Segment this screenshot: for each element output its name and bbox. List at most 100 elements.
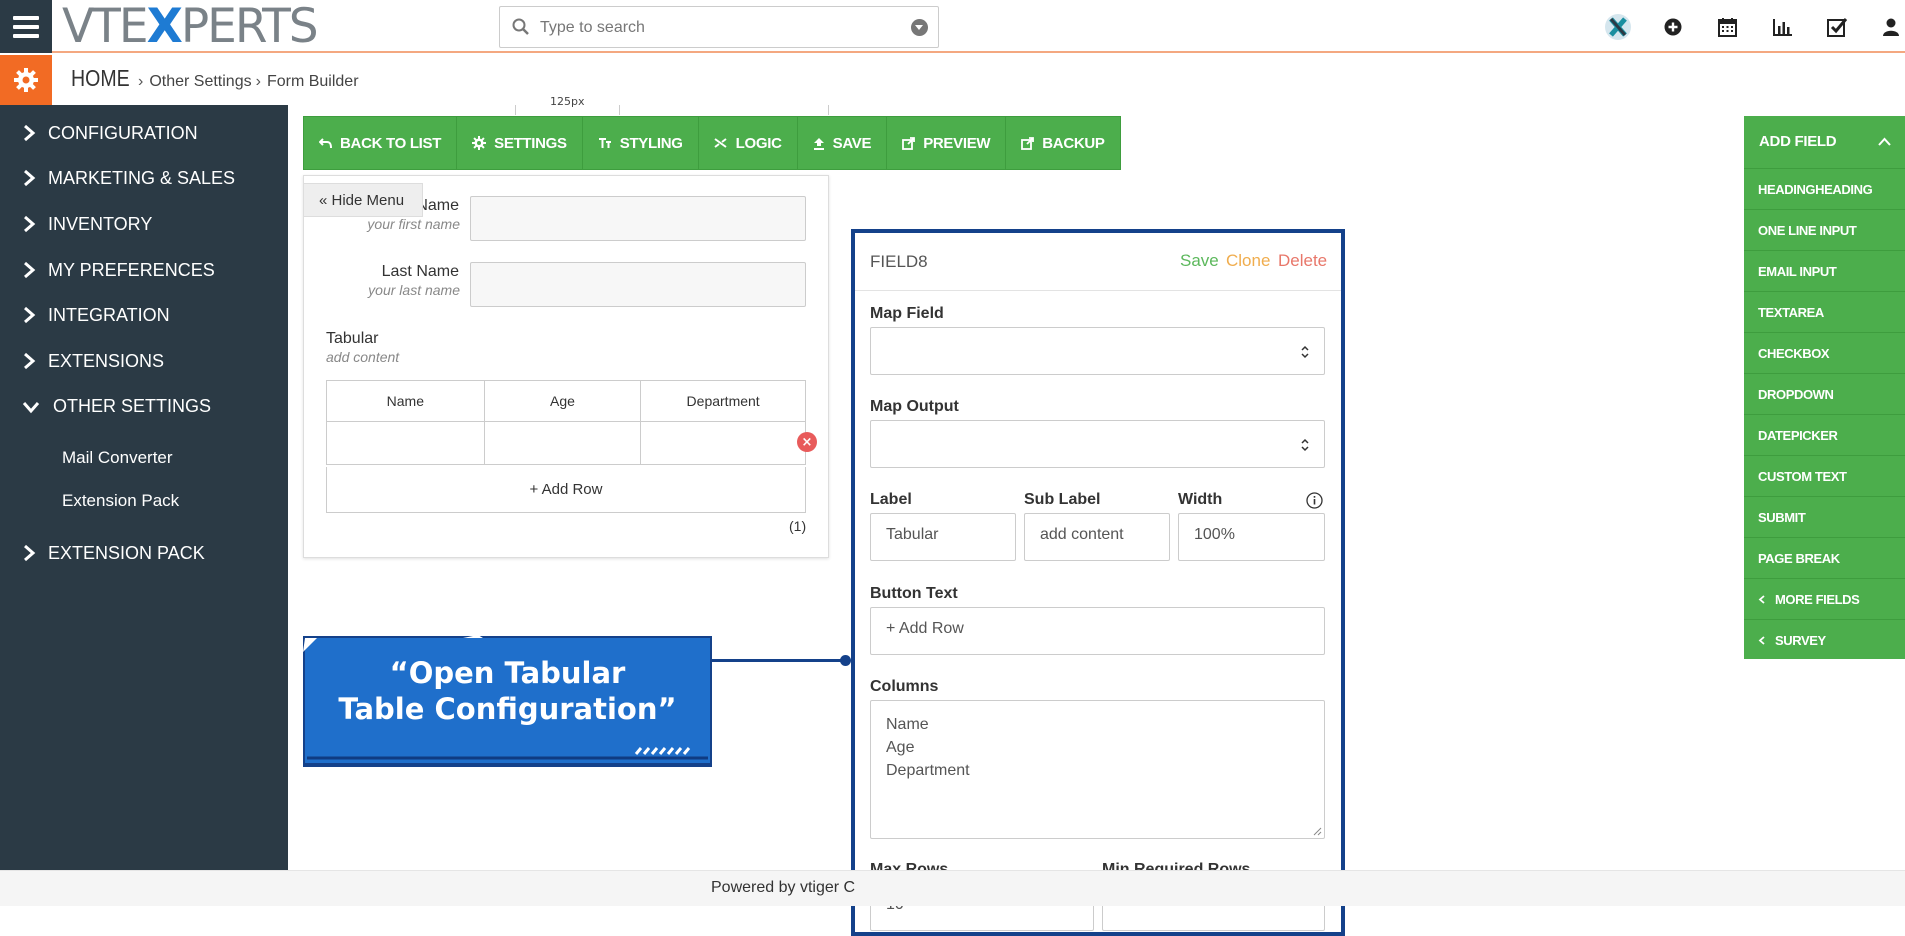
callout-text: “Open Tabular Table Configuration” [303, 655, 712, 727]
sidebar: CONFIGURATION MARKETING & SALES INVENTOR… [0, 105, 288, 870]
chevron-right-icon [24, 544, 36, 562]
callout-connector [712, 659, 845, 662]
add-field-submit[interactable]: SUBMIT [1744, 497, 1905, 538]
sidebar-item-integration[interactable]: INTEGRATION [0, 295, 288, 335]
add-field-panel: ADD FIELD HEADINGHEADING ONE LINE INPUT … [1744, 116, 1905, 659]
sidebar-item-my-preferences[interactable]: MY PREFERENCES [0, 250, 288, 290]
logo[interactable]: VTEXPERTS [62, 2, 319, 51]
label-input[interactable]: Tabular [870, 513, 1016, 561]
sidebar-item-other-settings[interactable]: OTHER SETTINGS [0, 386, 288, 426]
back-to-list-button[interactable]: BACK TO LIST [304, 117, 458, 169]
chevron-right-icon [24, 215, 36, 233]
logic-label: LOGIC [735, 134, 782, 152]
chevron-up-icon [1878, 137, 1891, 146]
user-icon[interactable] [1865, 0, 1905, 53]
add-field-textarea[interactable]: TEXTAREA [1744, 292, 1905, 333]
preview-button[interactable]: PREVIEW [887, 117, 1007, 169]
add-field-dropdown[interactable]: DROPDOWN [1744, 374, 1905, 415]
settings-gear-icon[interactable] [0, 55, 52, 105]
sub-label-input[interactable]: add content [1024, 513, 1170, 561]
text-size-icon [598, 138, 611, 148]
vtexperts-icon[interactable] [1590, 0, 1645, 53]
add-field-survey[interactable]: SURVEY [1744, 620, 1905, 661]
more-fields-label: MORE FIELDS [1775, 591, 1860, 607]
hide-menu-button[interactable]: « Hide Menu [303, 183, 423, 217]
upload-icon [813, 137, 824, 150]
first-name-sublabel: your first name [367, 216, 460, 232]
table-cell[interactable] [640, 421, 806, 465]
resize-handle-icon[interactable] [1313, 827, 1322, 836]
bar-chart-icon[interactable] [1755, 0, 1810, 53]
add-field-one-line-input[interactable]: ONE LINE INPUT [1744, 210, 1905, 251]
label-label: Label [870, 491, 912, 508]
panel-clone-link[interactable]: Clone [1226, 251, 1270, 271]
add-field-title: ADD FIELD [1759, 133, 1837, 150]
column-line: Age [886, 739, 915, 756]
map-output-select[interactable] [870, 420, 1325, 468]
panel-delete-link[interactable]: Delete [1278, 251, 1327, 271]
add-field-heading[interactable]: HEADINGHEADING [1744, 169, 1905, 210]
breadcrumb-form-builder[interactable]: Form Builder [267, 73, 359, 91]
width-input[interactable]: 100% [1178, 513, 1325, 561]
sidebar-subitem-mail-converter[interactable]: Mail Converter [62, 448, 173, 468]
save-button[interactable]: SAVE [798, 117, 888, 169]
search-input[interactable]: Type to search [499, 6, 939, 48]
styling-label: STYLING [619, 134, 683, 152]
first-name-input[interactable] [470, 196, 806, 241]
tasks-icon[interactable] [1810, 0, 1865, 53]
info-icon[interactable] [1306, 492, 1323, 509]
menu-icon[interactable] [0, 0, 52, 53]
add-field-custom-text[interactable]: CUSTOM TEXT [1744, 456, 1905, 497]
chevron-down-icon [22, 402, 40, 414]
logic-button[interactable]: LOGIC [699, 117, 798, 169]
add-field-datepicker[interactable]: DATEPICKER [1744, 415, 1905, 456]
table-cell[interactable] [326, 421, 485, 465]
external-link-icon [902, 136, 916, 150]
last-name-input[interactable] [470, 262, 806, 307]
backup-button[interactable]: BACKUP [1006, 117, 1119, 169]
table-cell[interactable] [483, 421, 642, 465]
styling-button[interactable]: STYLING [583, 117, 699, 169]
tabular-sublabel: add content [326, 349, 400, 365]
survey-label: SURVEY [1775, 633, 1826, 648]
sidebar-item-extension-pack[interactable]: EXTENSION PACK [0, 533, 288, 573]
add-row-button[interactable]: + Add Row [326, 467, 806, 513]
sidebar-item-inventory[interactable]: INVENTORY [0, 204, 288, 244]
map-field-select[interactable] [870, 327, 1325, 375]
sidebar-item-marketing-sales[interactable]: MARKETING & SALES [0, 158, 288, 198]
columns-label: Columns [870, 678, 939, 695]
sidebar-item-extensions[interactable]: EXTENSIONS [0, 341, 288, 381]
last-name-sublabel: your last name [368, 282, 460, 298]
chevron-right-icon [24, 306, 36, 324]
random-icon [714, 138, 727, 148]
gear-icon [472, 136, 487, 150]
add-field-more-fields[interactable]: MORE FIELDS [1744, 579, 1905, 620]
button-text-label: Button Text [870, 585, 958, 602]
callout-line-2: Table Configuration” [338, 692, 677, 726]
button-text-input[interactable]: + Add Row [870, 607, 1325, 655]
form-builder-toolbar: BACK TO LIST SETTINGS STYLING LOGIC SAVE… [303, 116, 1121, 170]
calendar-icon[interactable] [1700, 0, 1755, 53]
column-line: Department [886, 762, 970, 779]
add-field-page-break[interactable]: PAGE BREAK [1744, 538, 1905, 579]
search-dropdown-icon[interactable] [911, 19, 928, 36]
settings-button[interactable]: SETTINGS [457, 117, 583, 169]
sidebar-subitem-extension-pack[interactable]: Extension Pack [62, 491, 179, 511]
add-field-header[interactable]: ADD FIELD [1744, 116, 1905, 169]
delete-row-icon[interactable]: × [797, 432, 817, 452]
field-config-panel: FIELD8 Save Clone Delete Map Field Map O… [851, 229, 1345, 936]
add-field-email-input[interactable]: EMAIL INPUT [1744, 251, 1905, 292]
columns-textarea[interactable]: Name Age Department [870, 700, 1325, 839]
sidebar-item-label: CONFIGURATION [48, 123, 198, 143]
select-arrows-icon [1301, 438, 1309, 452]
breadcrumb-separator: › [255, 73, 261, 90]
add-icon[interactable] [1645, 0, 1700, 53]
breadcrumb-other-settings[interactable]: Other Settings [149, 73, 251, 91]
search-placeholder: Type to search [540, 19, 645, 36]
sidebar-item-configuration[interactable]: CONFIGURATION [0, 113, 288, 153]
breadcrumb-home[interactable]: HOME [71, 65, 130, 92]
add-field-checkbox[interactable]: CHECKBOX [1744, 333, 1905, 374]
breadcrumb: HOME › Other Settings › Form Builder [71, 65, 359, 92]
panel-save-link[interactable]: Save [1180, 251, 1219, 271]
chevron-left-icon [1758, 636, 1765, 645]
